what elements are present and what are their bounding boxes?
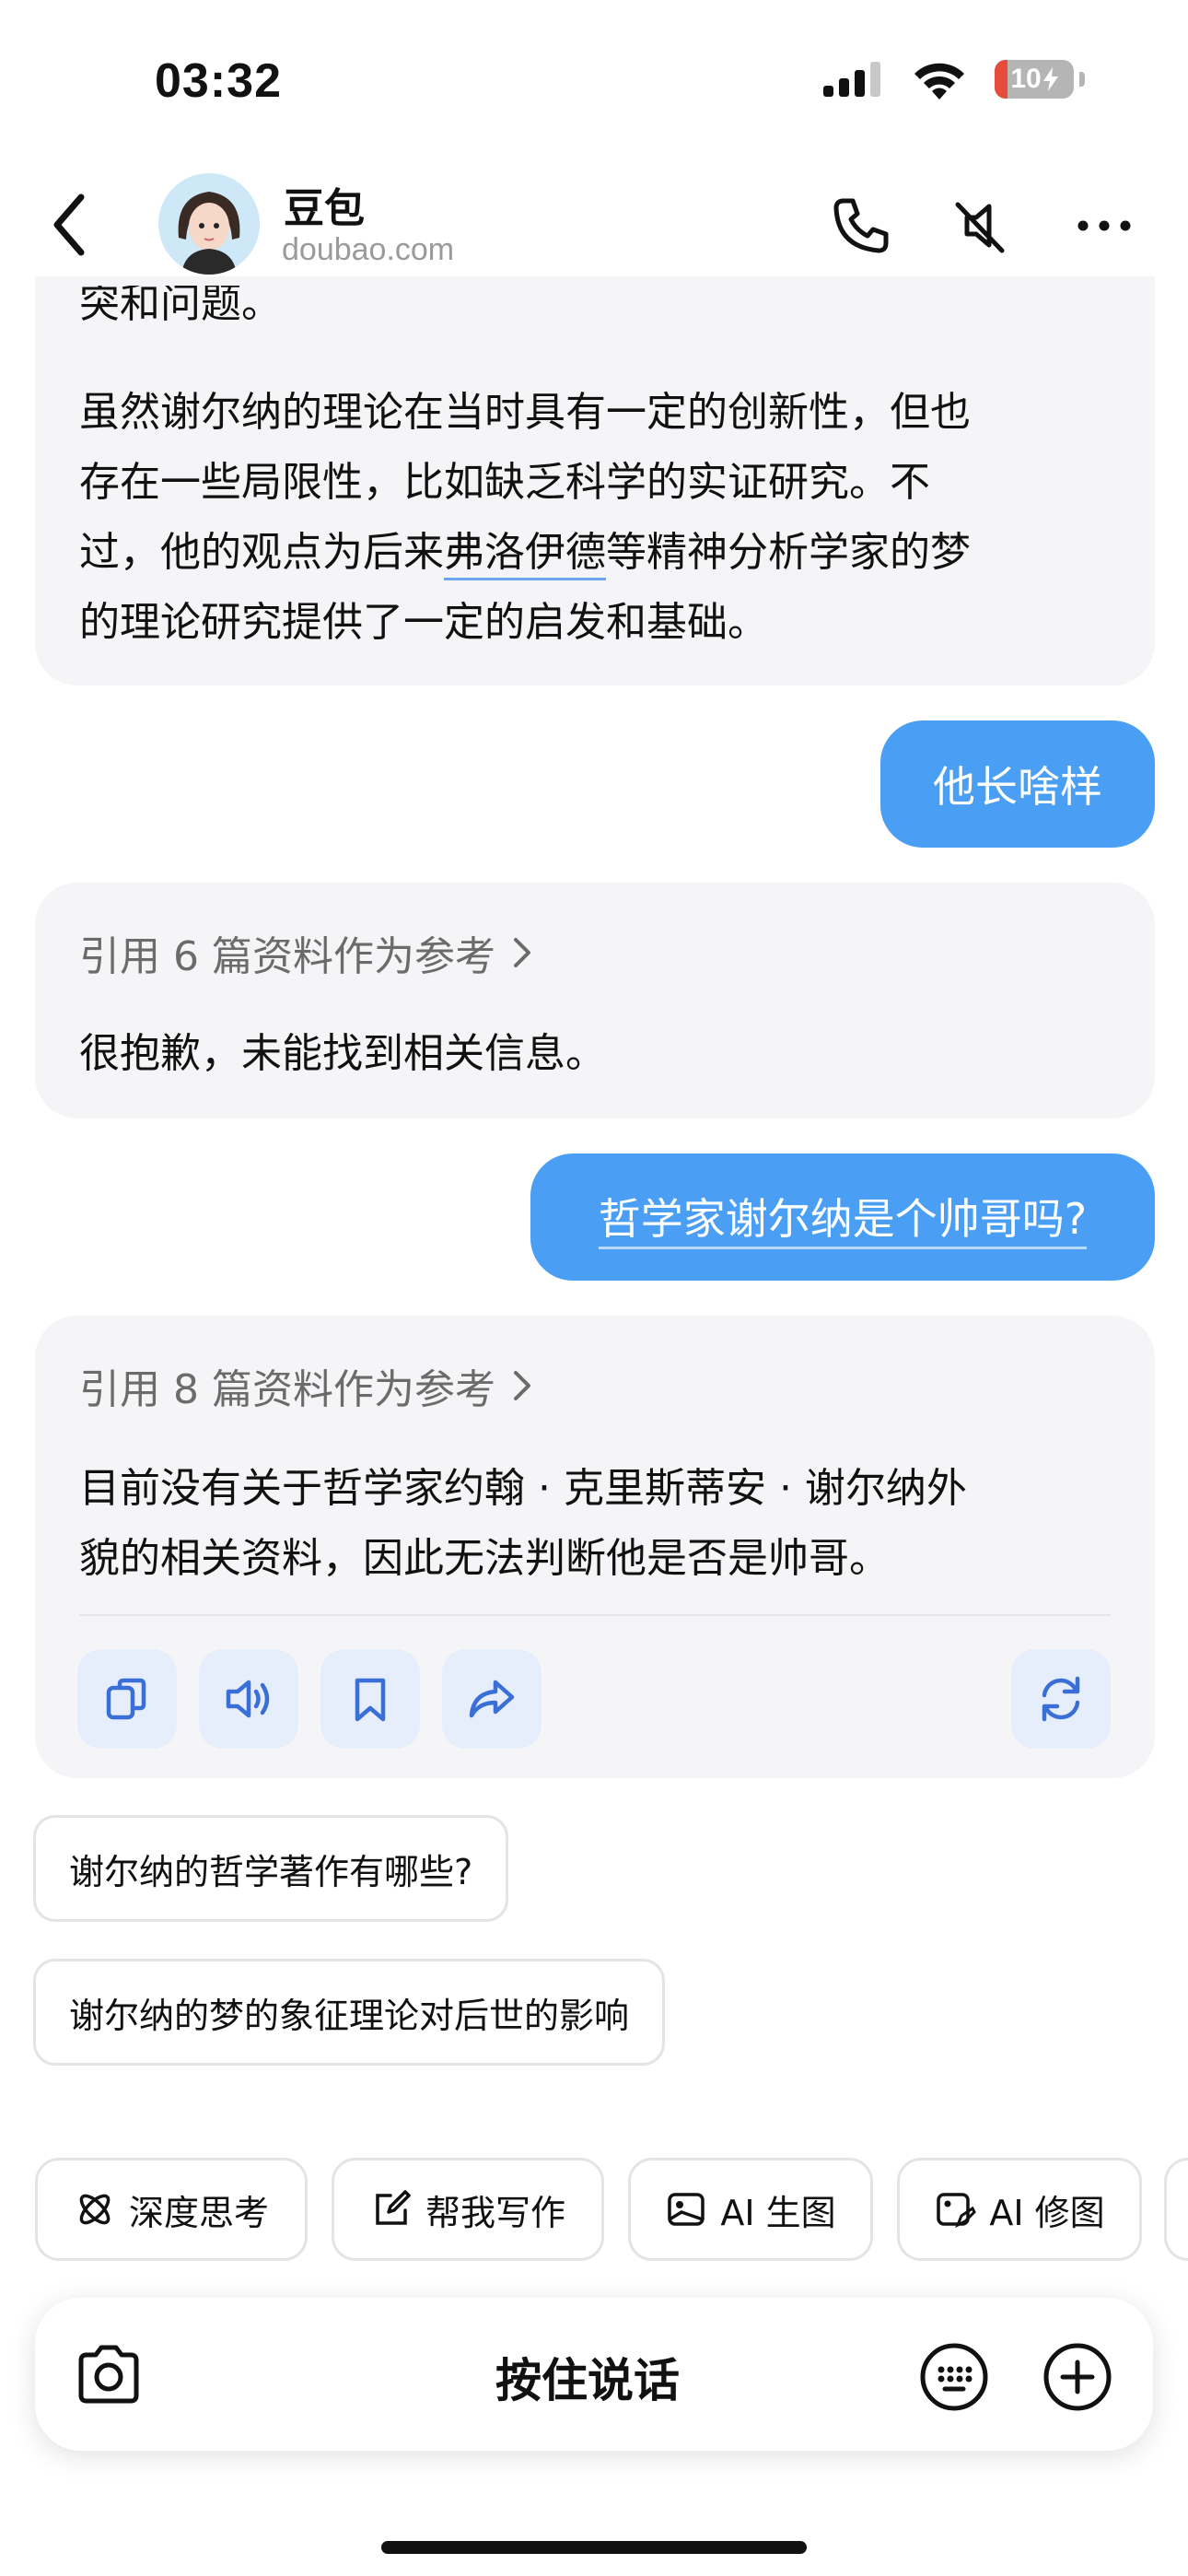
atom-icon (79, 2194, 111, 2225)
divider (79, 1614, 1111, 1616)
tool-ai-image[interactable]: AI 生图 (628, 2158, 873, 2261)
freud-link[interactable]: 弗洛伊德 (444, 529, 606, 580)
message-text-segment: 过，他的观点为后来 (79, 529, 444, 576)
message-line: 的理论研究提供了一定的启发和基础。 (79, 599, 768, 646)
suggestion-label: 谢尔纳的哲学著作有哪些? (69, 1851, 473, 1892)
tool-writing[interactable]: 帮我写作 (332, 2158, 604, 2261)
message-line: 目前没有关于哲学家约翰 · 克里斯蒂安 · 谢尔纳外 (79, 1465, 967, 1512)
message-line: 虽然谢尔纳的理论在当时具有一定的创新性，但也 (79, 389, 971, 436)
references-label: 引用 6 篇资料作为参考 (79, 933, 495, 980)
copy-icon (106, 1678, 146, 1720)
home-indicator (381, 2541, 807, 2554)
user-message-text: 哲学家谢尔纳是个帅哥吗? (598, 1186, 1088, 1249)
message-line: 貌的相关资料，因此无法判断他是否是帅哥。 (79, 1535, 890, 1582)
battery-indicator: 10 (995, 60, 1074, 99)
camera-icon[interactable] (74, 2344, 144, 2406)
tool-label: 帮我写作 (425, 2192, 565, 2233)
message-text-segment: 等精神分析学家的梦 (606, 529, 971, 576)
more-options-icon[interactable] (1072, 193, 1136, 258)
message-paragraph: 虽然谢尔纳的理论在当时具有一定的创新性，但也 存在一些局限性，比如缺乏科学的实证… (79, 378, 1129, 658)
user-message-text: 他长啥样 (933, 762, 1102, 812)
wifi-icon (914, 63, 964, 100)
message-line: 存在一些局限性，比如缺乏科学的实证研究。不 (79, 459, 930, 506)
bot-domain: doubao.com (282, 232, 455, 267)
references-link[interactable]: 引用 8 篇资料作为参考 (79, 1356, 536, 1415)
cellular-signal-icon (823, 62, 880, 97)
avatar[interactable] (158, 173, 260, 275)
references-link[interactable]: 引用 6 篇资料作为参考 (79, 923, 536, 982)
suggestion-chip[interactable]: 谢尔纳的梦的象征理论对后世的影响 (33, 1959, 666, 2066)
suggestion-label: 谢尔纳的梦的象征理论对后世的影响 (69, 1995, 630, 2036)
bookmark-button[interactable] (320, 1649, 420, 1749)
tool-label: 深度思考 (128, 2192, 269, 2233)
read-aloud-button[interactable] (199, 1649, 298, 1749)
message-line: 过，他的观点为后来弗洛伊德等精神分析学家的梦 (79, 518, 1129, 588)
share-button[interactable] (442, 1649, 542, 1749)
plus-circle-icon[interactable] (1041, 2340, 1114, 2414)
regenerate-button[interactable] (1011, 1649, 1111, 1749)
back-chevron-icon[interactable] (44, 188, 99, 262)
hold-to-talk-button[interactable]: 按住说话 (495, 2344, 680, 2410)
speaker-icon (226, 1680, 270, 1718)
avatar-portrait-icon (158, 173, 260, 275)
suggestion-chip[interactable]: 谢尔纳的哲学著作有哪些? (33, 1815, 509, 1922)
user-message-bubble[interactable]: 他长啥样 (880, 720, 1155, 848)
share-arrow-icon (469, 1680, 515, 1718)
image-edit-icon (937, 2193, 977, 2229)
status-icons: 10 (823, 59, 1085, 100)
chevron-right-icon (513, 1371, 530, 1400)
status-time: 03:32 (155, 54, 282, 108)
user-message-bubble[interactable]: 哲学家谢尔纳是个帅哥吗? (530, 1153, 1155, 1281)
charging-bolt-icon (1042, 67, 1058, 91)
edit-icon (376, 2190, 411, 2225)
references-label: 引用 8 篇资料作为参考 (79, 1366, 495, 1413)
bot-reply-text: 很抱歉，未能找到相关信息。 (79, 1030, 606, 1077)
phone-call-icon[interactable] (829, 193, 893, 258)
bot-reply-text: 目前没有关于哲学家约翰 · 克里斯蒂安 · 谢尔纳外 貌的相关资料，因此无法判断… (79, 1454, 1120, 1594)
keyboard-icon[interactable] (917, 2340, 991, 2414)
battery-level: 10 (1010, 64, 1042, 94)
bookmark-icon (355, 1678, 386, 1722)
tool-label: AI 生图 (720, 2192, 836, 2233)
mute-speaker-icon[interactable] (949, 193, 1013, 258)
tool-more-partial[interactable] (1164, 2158, 1188, 2261)
image-icon (668, 2193, 705, 2226)
chevron-right-icon (513, 938, 530, 967)
copy-button[interactable] (77, 1649, 177, 1749)
tool-label: AI 修图 (989, 2192, 1105, 2233)
tool-deep-thinking[interactable]: 深度思考 (35, 2158, 308, 2261)
bot-name: 豆包 (284, 185, 365, 232)
refresh-icon (1042, 1676, 1080, 1722)
tool-ai-retouch[interactable]: AI 修图 (897, 2158, 1142, 2261)
